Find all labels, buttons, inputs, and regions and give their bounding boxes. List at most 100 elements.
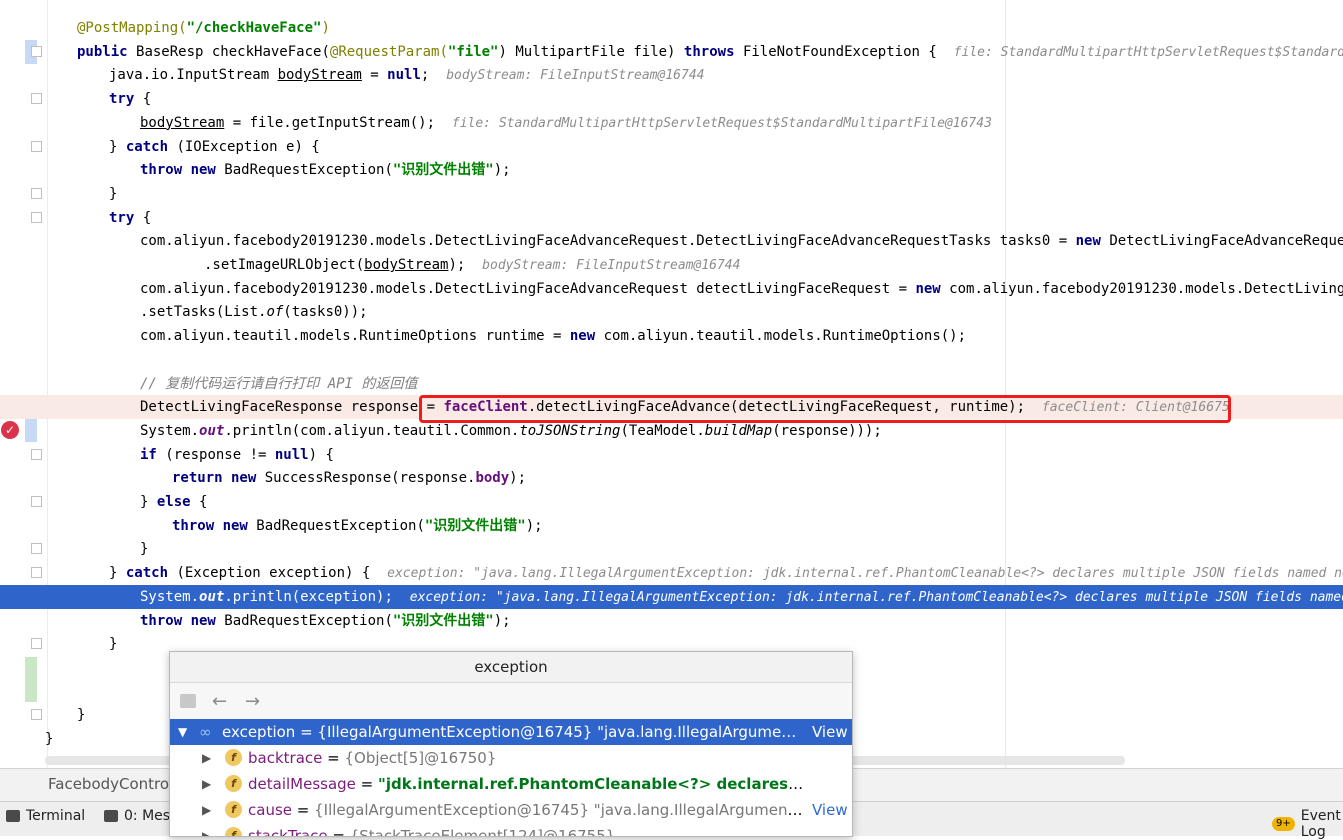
code-text: try { — [109, 89, 151, 109]
expand-arrow-icon[interactable]: ▼ — [178, 719, 187, 745]
fold-marker-icon[interactable] — [31, 187, 42, 199]
highlight-annotation-box — [419, 395, 1231, 423]
variable-tree-row[interactable]: ▶ f backtrace = {Object[5]@16750} — [170, 745, 852, 771]
code-token: .println(com.aliyun.teautil.Common. — [224, 422, 520, 439]
code-token: catch — [125, 138, 177, 155]
file-tab[interactable]: FacebodyControl — [48, 775, 173, 793]
code-text: public BaseResp checkHaveFace(@RequestPa… — [77, 42, 1343, 63]
code-token: new — [569, 328, 604, 345]
code-line[interactable]: } catch (Exception exception) { exceptio… — [0, 561, 1343, 585]
code-token: { — [142, 209, 152, 226]
collapse-arrow-icon[interactable]: ▶ — [202, 771, 211, 797]
code-token: .println(exception); — [224, 588, 410, 605]
code-token: else — [156, 494, 200, 510]
code-line[interactable]: } catch (IOException e) { — [0, 135, 1343, 159]
code-line[interactable]: try { — [0, 206, 1343, 230]
code-token: bodyStream — [277, 67, 362, 84]
code-line[interactable]: @PostMapping("/checkHaveFace") — [0, 16, 1343, 40]
code-line[interactable]: .setTasks(List.of(tasks0)); — [0, 300, 1343, 324]
fold-marker-icon[interactable] — [31, 448, 42, 460]
inline-debug-value: exception: "java.lang.IllegalArgumentExc… — [409, 589, 1343, 605]
code-token: .setImageURLObject( — [204, 257, 365, 273]
inline-debug-value: file: StandardMultipartHttpServletReques… — [451, 115, 992, 131]
code-token: java.io.InputStream — [109, 67, 278, 84]
code-line[interactable]: } else { — [0, 490, 1343, 514]
variable-tree-row[interactable]: ▶ f detailMessage = "jdk.internal.ref.Phan… — [170, 771, 852, 797]
collapse-arrow-icon[interactable]: ▶ — [202, 745, 211, 771]
code-token: BadRequestException( — [224, 162, 393, 179]
code-token: try — [109, 91, 143, 108]
fold-marker-icon[interactable] — [31, 543, 42, 555]
code-line[interactable]: // 复制代码运行请自行打印 API 的返回值 — [0, 372, 1343, 396]
code-token: ); — [448, 257, 483, 273]
code-token: .setTasks(List. — [140, 304, 267, 321]
code-token: // 复制代码运行请自行打印 API 的返回值 — [140, 375, 418, 392]
code-line[interactable]: com.aliyun.teautil.models.RuntimeOptions… — [0, 324, 1343, 348]
variable-text: exception = {IllegalArgumentException@16… — [222, 719, 804, 745]
code-line[interactable]: com.aliyun.facebody20191230.models.Detec… — [0, 277, 1343, 301]
code-token: of — [266, 304, 284, 321]
code-line[interactable]: if (response != null) { — [0, 443, 1343, 467]
back-arrow-icon[interactable]: ← — [212, 691, 227, 712]
code-line[interactable]: } — [0, 182, 1343, 206]
view-link[interactable]: View — [812, 719, 848, 745]
code-token: ; — [420, 67, 447, 84]
variable-value: {IllegalArgumentException@16745} "java.l… — [314, 801, 804, 819]
code-token: com.aliyun.facebody20191230.models.Detec… — [140, 233, 1076, 250]
code-text: } — [45, 729, 53, 749]
code-text: throw new BadRequestException("识别文件出错"); — [140, 611, 511, 631]
code-line[interactable] — [0, 348, 1343, 372]
code-token: (response != — [165, 446, 275, 463]
terminal-button[interactable]: Terminal — [6, 808, 85, 824]
variable-name: exception — [222, 723, 296, 741]
code-line[interactable]: try { — [0, 87, 1343, 111]
code-line[interactable]: .setImageURLObject(bodyStream); bodyStre… — [0, 253, 1343, 277]
variable-name: cause — [248, 801, 292, 819]
fold-marker-icon[interactable] — [31, 567, 42, 579]
field-icon: f — [225, 827, 242, 836]
code-line[interactable]: return new SuccessResponse(response.body… — [0, 466, 1343, 490]
code-text: System.out.println(com.aliyun.teautil.Co… — [140, 421, 882, 441]
code-line[interactable]: com.aliyun.facebody20191230.models.Detec… — [0, 229, 1343, 253]
inline-debug-value: exception: "java.lang.IllegalArgumentExc… — [387, 566, 1343, 582]
fold-marker-icon[interactable] — [31, 638, 42, 650]
view-link[interactable]: View — [812, 797, 848, 823]
code-token: = file.getInputStream(); — [224, 114, 452, 131]
event-log-button[interactable]: 9+ Event Log — [1272, 808, 1343, 840]
code-token: bodyStream — [364, 257, 449, 273]
fold-marker-icon[interactable] — [31, 93, 42, 105]
code-line[interactable]: public BaseResp checkHaveFace(@RequestPa… — [0, 40, 1343, 64]
folder-icon[interactable] — [180, 694, 196, 708]
code-line[interactable]: java.io.InputStream bodyStream = null; b… — [0, 63, 1343, 87]
code-line[interactable]: throw new BadRequestException("识别文件出错"); — [0, 514, 1343, 538]
code-line[interactable]: System.out.println(exception); exception… — [0, 584, 1343, 609]
code-text: java.io.InputStream bodyStream = null; b… — [109, 65, 704, 86]
field-icon: f — [225, 801, 242, 818]
code-line[interactable]: bodyStream = file.getInputStream(); file… — [0, 111, 1343, 135]
code-token: } — [109, 138, 126, 155]
variable-value: {Object[5]@16750} — [344, 749, 497, 767]
code-text: com.aliyun.facebody20191230.models.Detec… — [140, 231, 1343, 251]
variable-tree-row[interactable]: ▶ f cause = {IllegalArgumentException@1674… — [170, 797, 852, 823]
fold-marker-icon[interactable] — [31, 211, 42, 223]
code-line[interactable]: } — [0, 537, 1343, 561]
fold-marker-icon[interactable] — [31, 709, 42, 721]
code-token: { — [142, 91, 152, 108]
collapse-arrow-icon[interactable]: ▶ — [202, 797, 211, 823]
forward-arrow-icon[interactable]: → — [245, 691, 260, 712]
variable-value: {StackTraceElement[124]@16755} — [349, 827, 616, 837]
code-text: com.aliyun.teautil.models.RuntimeOptions… — [140, 326, 966, 346]
code-token: "file" — [447, 43, 499, 60]
fold-marker-icon[interactable] — [31, 496, 42, 507]
code-line[interactable]: throw new BadRequestException("识别文件出错"); — [0, 158, 1343, 182]
fold-marker-icon[interactable] — [31, 140, 42, 152]
code-token: new — [1075, 233, 1110, 250]
code-token: out — [199, 588, 225, 605]
code-token: } — [45, 731, 54, 747]
code-token: throw new — [140, 612, 225, 629]
code-line[interactable]: throw new BadRequestException("识别文件出错"); — [0, 609, 1343, 633]
variable-inspector-popup[interactable]: exception ← → ▼ ∞ exception = {IllegalArgu… — [169, 651, 853, 837]
fold-marker-icon[interactable] — [31, 45, 42, 57]
variable-tree-row[interactable]: ▼ ∞ exception = {IllegalArgumentException@… — [170, 719, 852, 745]
code-token: FileNotFoundException { — [742, 43, 954, 60]
